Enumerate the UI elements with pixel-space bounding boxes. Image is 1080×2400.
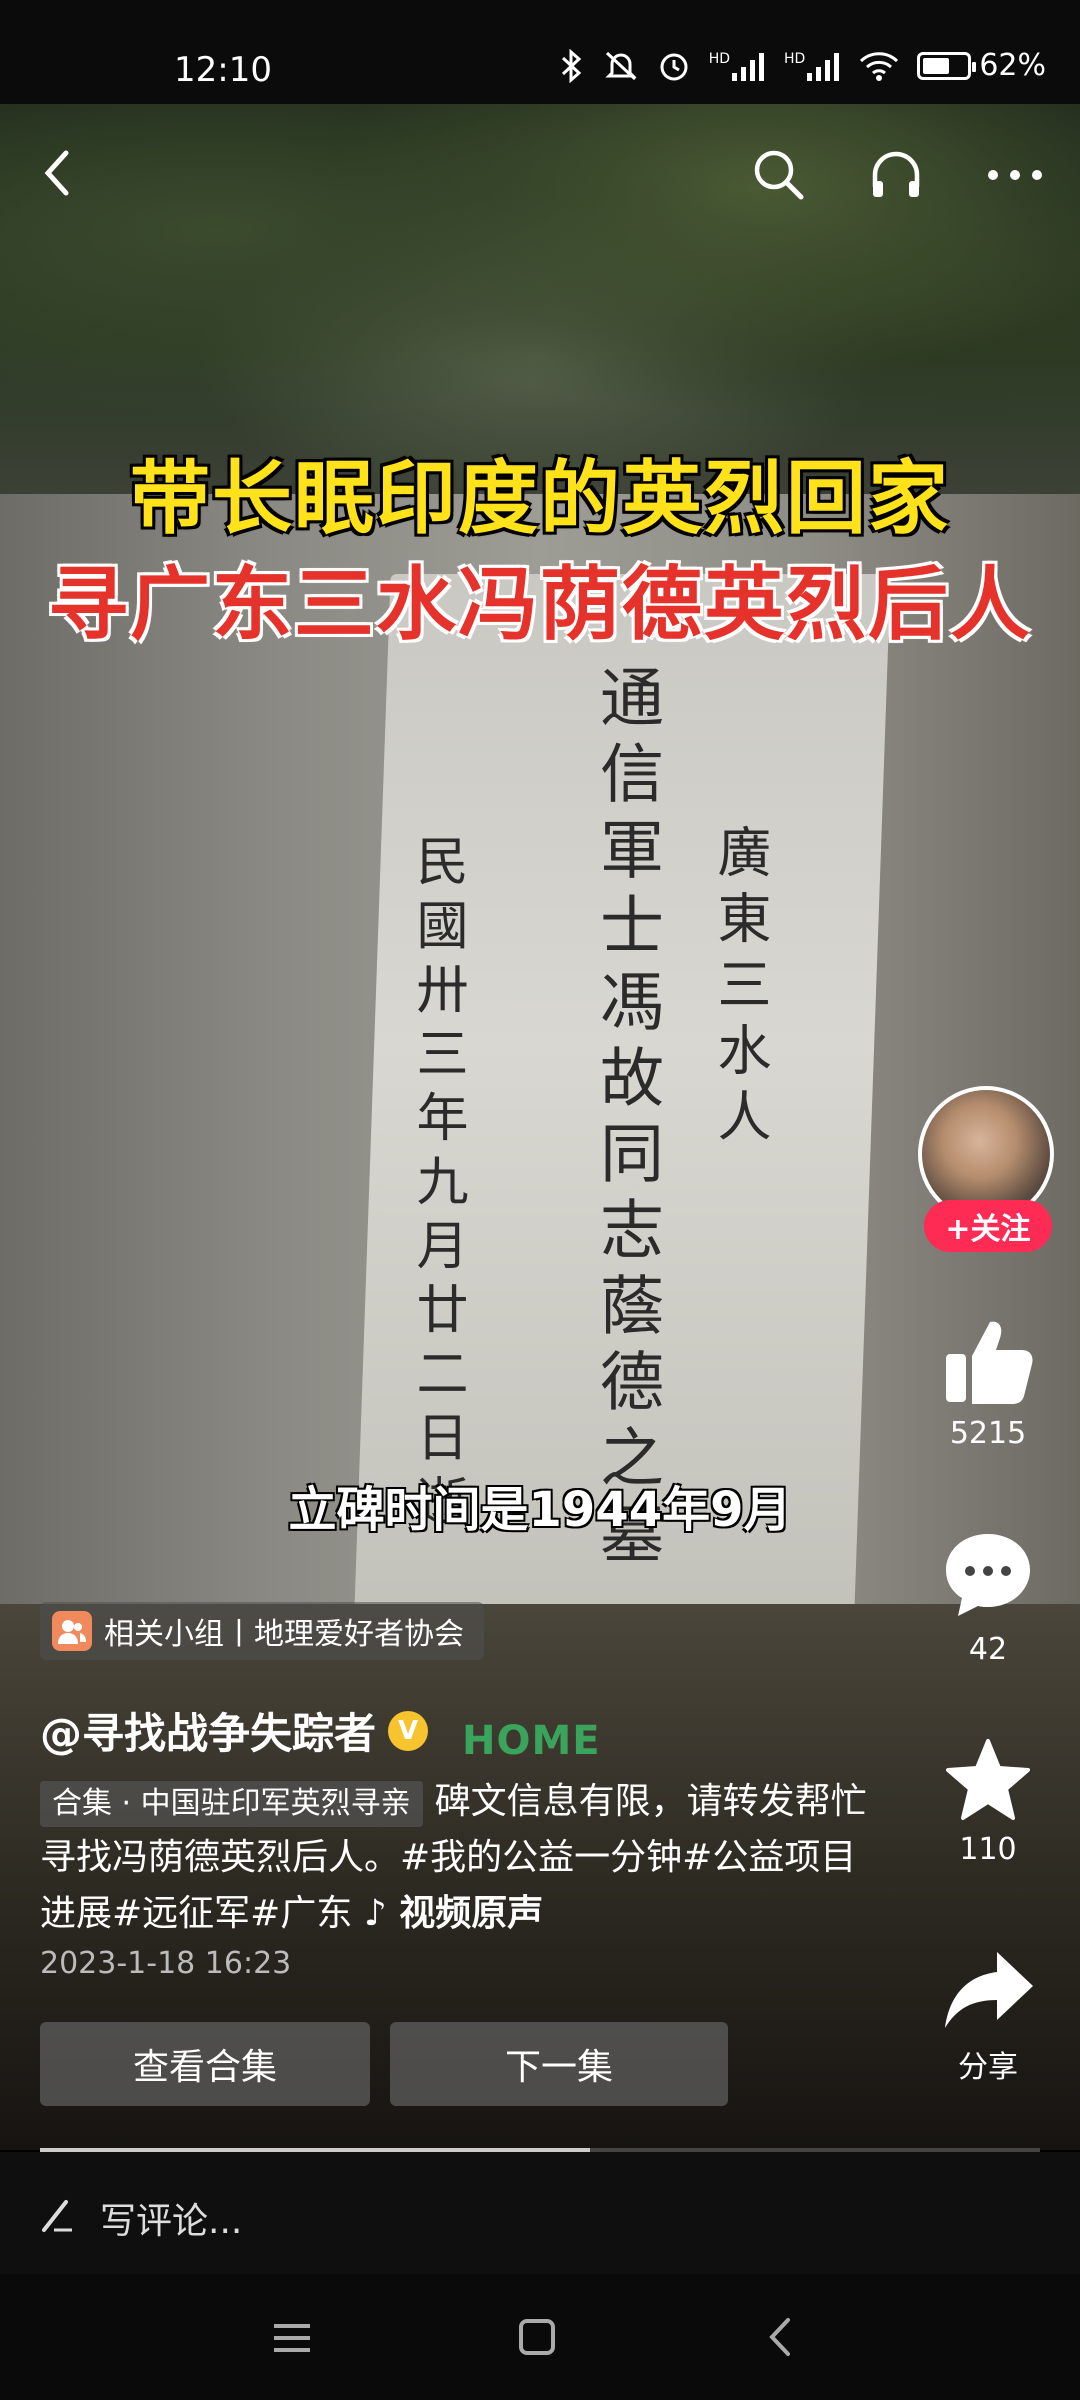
hd-label: HD: [708, 50, 730, 67]
like-count: 5215: [949, 1416, 1027, 1451]
back-icon: [44, 150, 69, 196]
share-label: 分享: [958, 2050, 1018, 2085]
collection-chip[interactable]: 合集 · 中国驻印军英烈寻亲: [40, 1781, 423, 1827]
favorite-count: 110: [959, 1832, 1017, 1867]
group-tag-label: 相关小组丨地理爱好者协会: [104, 1617, 464, 1652]
author-name[interactable]: @寻找战争失踪者: [40, 1700, 376, 1761]
comment-count: 42: [968, 1632, 1008, 1667]
inscription-right: 廣東三水人: [708, 824, 771, 1154]
comment-input[interactable]: 写评论...: [100, 2192, 242, 2244]
group-icon: [52, 1611, 92, 1651]
wifi-icon: [860, 51, 899, 81]
view-collection-button[interactable]: 查看合集: [40, 2022, 370, 2106]
battery-percent: 62%: [979, 48, 1046, 83]
music-label[interactable]: ♪ 视频原声: [364, 1893, 544, 1934]
comment-icon: [946, 1534, 1030, 1616]
author-name-row[interactable]: @寻找战争失踪者 V: [40, 1700, 429, 1761]
home-icon[interactable]: [518, 2318, 556, 2356]
status-time: 12:10: [174, 50, 272, 90]
battery-group: 62%: [917, 48, 1046, 83]
system-nav-bar: [0, 2274, 1080, 2400]
hd-signal-icon: HD: [709, 51, 766, 81]
star-icon: [946, 1739, 1030, 1820]
video-title-line2: 寻广东三水冯荫德英烈后人: [48, 558, 1032, 651]
post-date: 2023-1-18 16:23: [40, 1946, 292, 1981]
more-button[interactable]: [980, 150, 1050, 200]
verified-badge-icon: V: [388, 1710, 429, 1751]
status-icons: HD HD 62%: [559, 48, 1046, 83]
favorite-button[interactable]: 110: [936, 1738, 1040, 1867]
menu-icon[interactable]: [272, 2320, 312, 2356]
search-icon: [754, 150, 804, 200]
next-episode-button[interactable]: 下一集: [390, 2022, 728, 2106]
video-subtitle: 立碑时间是1944年9月: [288, 1482, 792, 1538]
home-logo-text: HOME: [462, 1718, 601, 1764]
battery-icon: [917, 51, 977, 80]
more-icon: [988, 170, 1042, 180]
inscription-left: 民國卅三年九月廿二日逝: [407, 834, 467, 1538]
listen-button[interactable]: [866, 144, 926, 204]
search-button[interactable]: [748, 144, 808, 204]
status-bar: 12:10 HD HD 62%: [0, 0, 1080, 104]
pen-icon: [42, 2200, 72, 2232]
share-icon: [945, 1952, 1033, 2028]
follow-button[interactable]: +关注: [924, 1200, 1052, 1252]
back-button[interactable]: [30, 146, 84, 200]
inscription-main: 通信軍士馮故同志蔭德之墓: [589, 664, 663, 1576]
thumbs-up-icon: [946, 1321, 1033, 1404]
mute-icon: [605, 51, 637, 80]
hd-signal-icon: HD: [784, 51, 841, 81]
back-nav-icon[interactable]: [766, 2316, 794, 2358]
headphone-icon: [872, 151, 920, 197]
share-button[interactable]: 分享: [936, 1948, 1040, 2086]
bluetooth-icon: [561, 48, 581, 83]
comment-bar[interactable]: 写评论...: [0, 2152, 1080, 2274]
alarm-icon: [660, 53, 688, 80]
like-button[interactable]: 5215: [936, 1316, 1040, 1451]
home-watermark-logo: HOME: [462, 1718, 601, 1764]
hd-label: HD: [784, 50, 806, 67]
video-description[interactable]: 合集 · 中国驻印军英烈寻亲 碑文信息有限，请转发帮忙寻找冯荫德英烈后人。#我的公…: [40, 1774, 880, 1942]
video-title-line1: 带长眠印度的英烈回家: [130, 452, 950, 545]
comment-button[interactable]: 42: [936, 1530, 1040, 1667]
related-group-tag[interactable]: 相关小组丨地理爱好者协会: [40, 1602, 484, 1660]
